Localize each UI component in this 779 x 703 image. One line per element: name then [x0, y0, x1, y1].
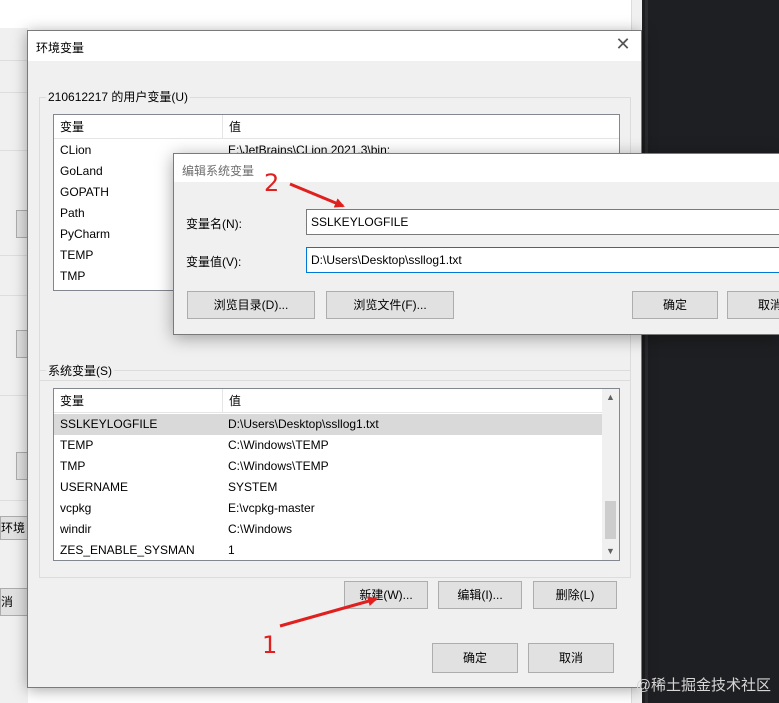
- annotation-arrows: [279, 182, 378, 628]
- step-1-label: 1: [262, 631, 278, 659]
- step-2-label: 2: [264, 169, 280, 197]
- watermark: @稀土掘金技术社区: [635, 677, 771, 694]
- arrow-to-variable-name: [289, 182, 345, 208]
- arrow-to-new-button: [279, 596, 378, 628]
